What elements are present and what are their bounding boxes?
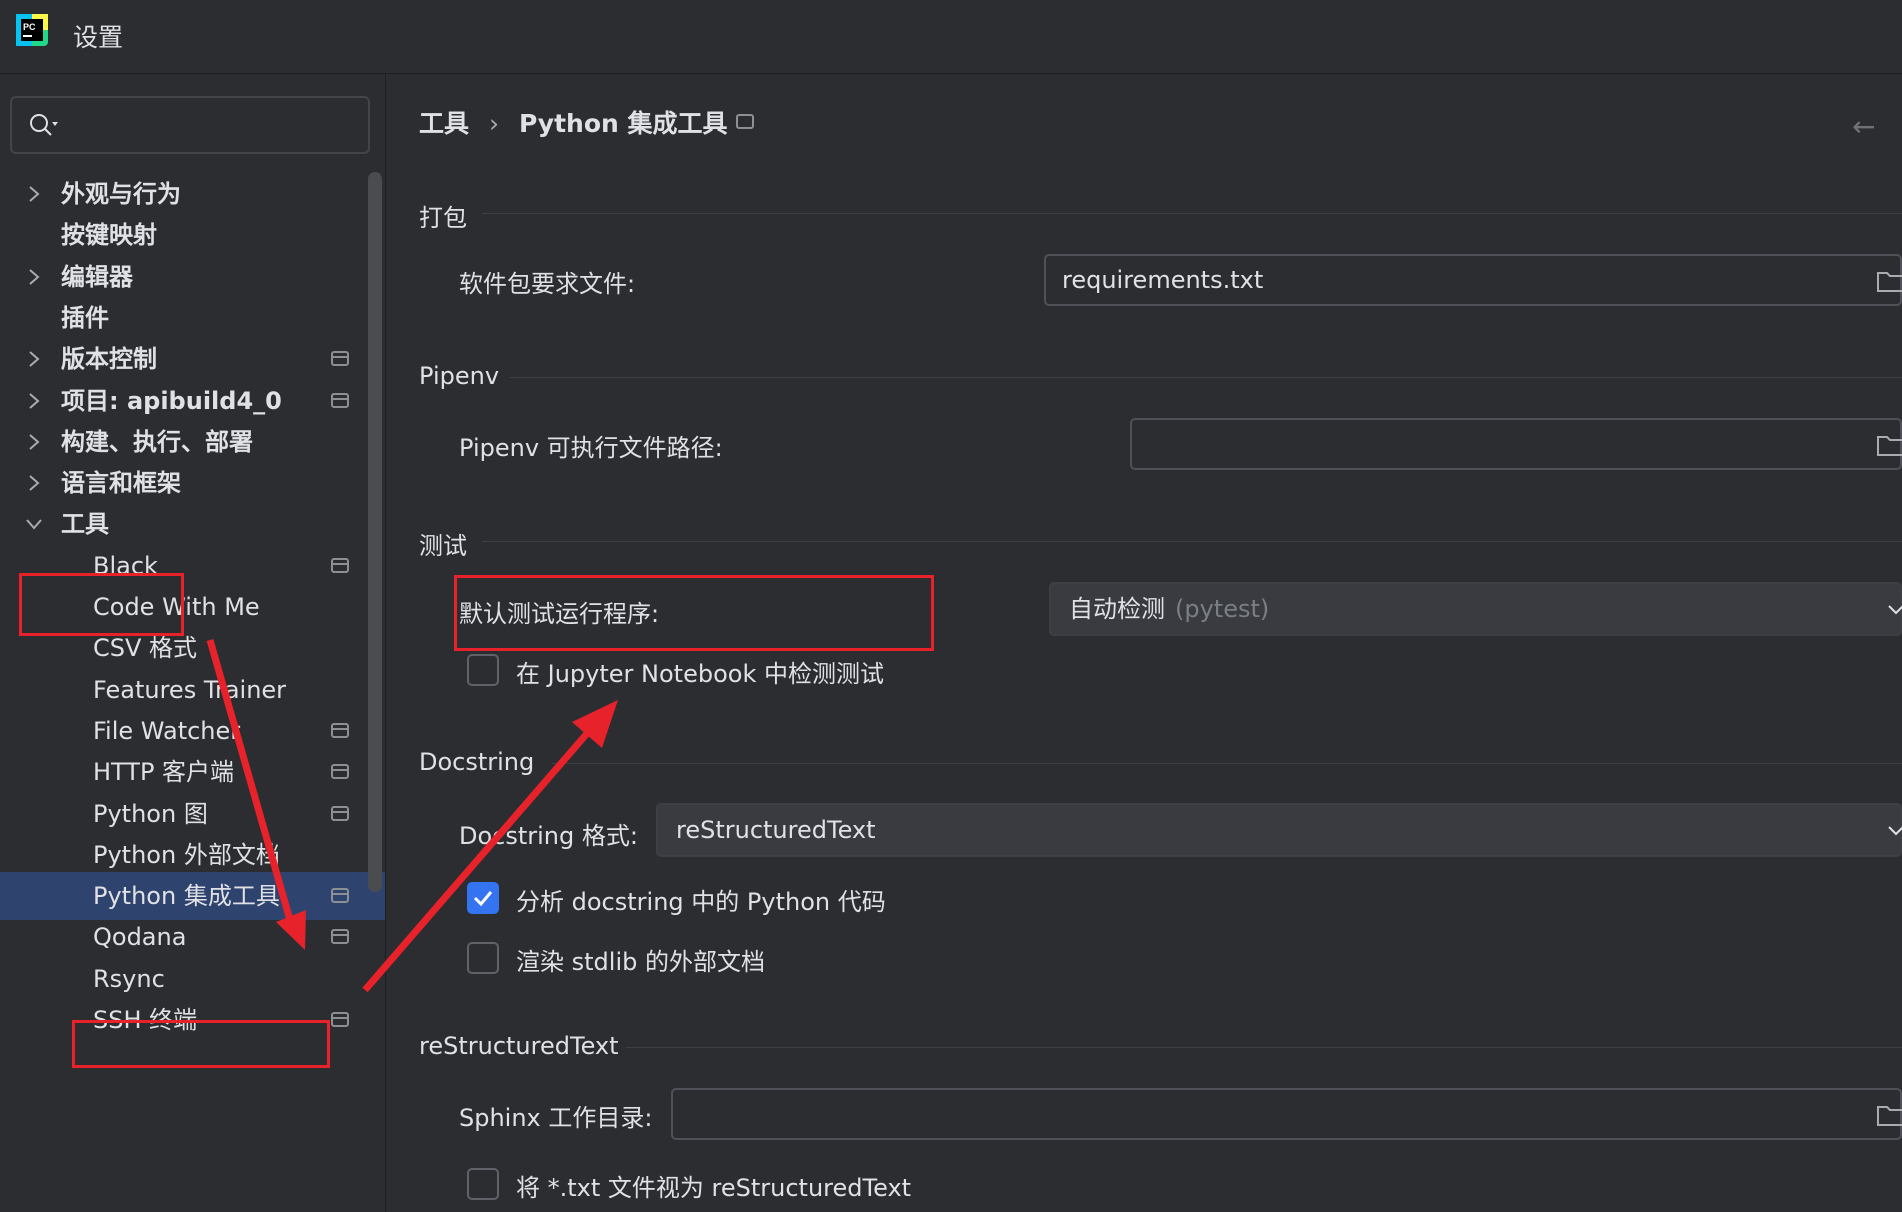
test-runner-value: 自动检测 <box>1069 595 1165 623</box>
project-scope-icon <box>331 722 349 738</box>
requirements-file-label: 软件包要求文件: <box>459 270 636 298</box>
analyze-docstring-checkbox[interactable] <box>467 882 499 914</box>
jupyter-detect-checkbox[interactable] <box>467 654 499 686</box>
checkmark-icon <box>473 891 493 907</box>
docstring-format-value: reStructuredText <box>676 816 876 844</box>
section-divider <box>482 541 1902 542</box>
section-divider <box>482 213 1902 214</box>
project-scope-icon <box>331 392 349 408</box>
section-restructured-title: reStructuredText <box>419 1032 619 1060</box>
section-divider <box>552 763 1902 764</box>
sphinx-dir-label: Sphinx 工作目录: <box>459 1104 653 1132</box>
project-scope-icon <box>331 888 349 904</box>
pipenv-path-field[interactable] <box>1130 418 1902 470</box>
chevron-right-icon[interactable] <box>24 473 44 493</box>
section-pipenv-title: Pipenv <box>419 362 500 390</box>
project-scope-icon <box>331 805 349 821</box>
chevron-right-icon[interactable] <box>24 432 44 452</box>
test-runner-hint: (pytest) <box>1175 595 1270 623</box>
jupyter-detect-label[interactable]: 在 Jupyter Notebook 中检测测试 <box>516 654 884 689</box>
test-runner-dropdown[interactable]: 自动检测 (pytest) <box>1049 582 1902 636</box>
folder-icon[interactable] <box>1876 1103 1902 1127</box>
analyze-docstring-label[interactable]: 分析 docstring 中的 Python 代码 <box>516 882 886 917</box>
project-scope-icon <box>736 114 754 129</box>
settings-search-input[interactable] <box>10 96 370 154</box>
chevron-right-icon[interactable] <box>24 184 44 204</box>
breadcrumb-separator: › <box>489 109 500 138</box>
docstring-format-label: Docstring 格式: <box>459 822 638 850</box>
project-scope-icon <box>331 351 349 367</box>
sphinx-dir-field[interactable] <box>671 1088 1902 1140</box>
section-testing-title: 测试 <box>419 532 467 560</box>
project-scope-icon <box>331 764 349 780</box>
requirements-file-value: requirements.txt <box>1062 266 1264 294</box>
folder-icon[interactable] <box>1876 433 1902 457</box>
pycharm-logo-icon: PC <box>16 14 48 46</box>
chevron-down-icon <box>1888 605 1902 615</box>
breadcrumb-current: Python 集成工具 <box>519 109 728 138</box>
section-docstring-title: Docstring <box>419 748 535 776</box>
folder-icon[interactable] <box>1876 269 1902 293</box>
section-divider <box>626 1047 1902 1048</box>
section-packaging-title: 打包 <box>419 204 467 232</box>
sidebar-scrollbar[interactable] <box>368 172 382 892</box>
chevron-down-icon[interactable] <box>24 514 44 534</box>
chevron-right-icon[interactable] <box>24 267 44 287</box>
treat-txt-checkbox[interactable] <box>467 1168 499 1200</box>
project-scope-icon <box>331 557 349 573</box>
title-bar: PC 设置 <box>0 0 1902 74</box>
chevron-right-icon[interactable] <box>24 391 44 411</box>
chevron-right-icon[interactable] <box>24 349 44 369</box>
treat-txt-label[interactable]: 将 *.txt 文件视为 reStructuredText <box>516 1168 911 1203</box>
annotation-box-test-runner <box>454 575 934 651</box>
annotation-box-tools <box>19 573 184 636</box>
chevron-down-icon <box>1888 826 1902 836</box>
back-arrow-icon[interactable]: ← <box>1852 110 1875 143</box>
render-stdlib-label[interactable]: 渲染 stdlib 的外部文档 <box>516 942 765 977</box>
docstring-format-dropdown-face[interactable]: reStructuredText <box>656 803 1902 857</box>
window-title: 设置 <box>73 23 124 52</box>
pipenv-path-label: Pipenv 可执行文件路径: <box>459 434 723 462</box>
section-divider <box>510 377 1902 378</box>
breadcrumb-parent[interactable]: 工具 <box>419 109 469 138</box>
annotation-box-python-integrated-tools <box>72 1020 330 1068</box>
search-icon <box>30 114 58 136</box>
svg-text:PC: PC <box>23 22 36 32</box>
requirements-file-field[interactable]: requirements.txt <box>1044 254 1902 306</box>
breadcrumb: 工具 › Python 集成工具 <box>419 104 728 140</box>
project-scope-icon <box>331 1012 349 1027</box>
render-stdlib-checkbox[interactable] <box>467 942 499 974</box>
project-scope-icon <box>331 929 349 945</box>
